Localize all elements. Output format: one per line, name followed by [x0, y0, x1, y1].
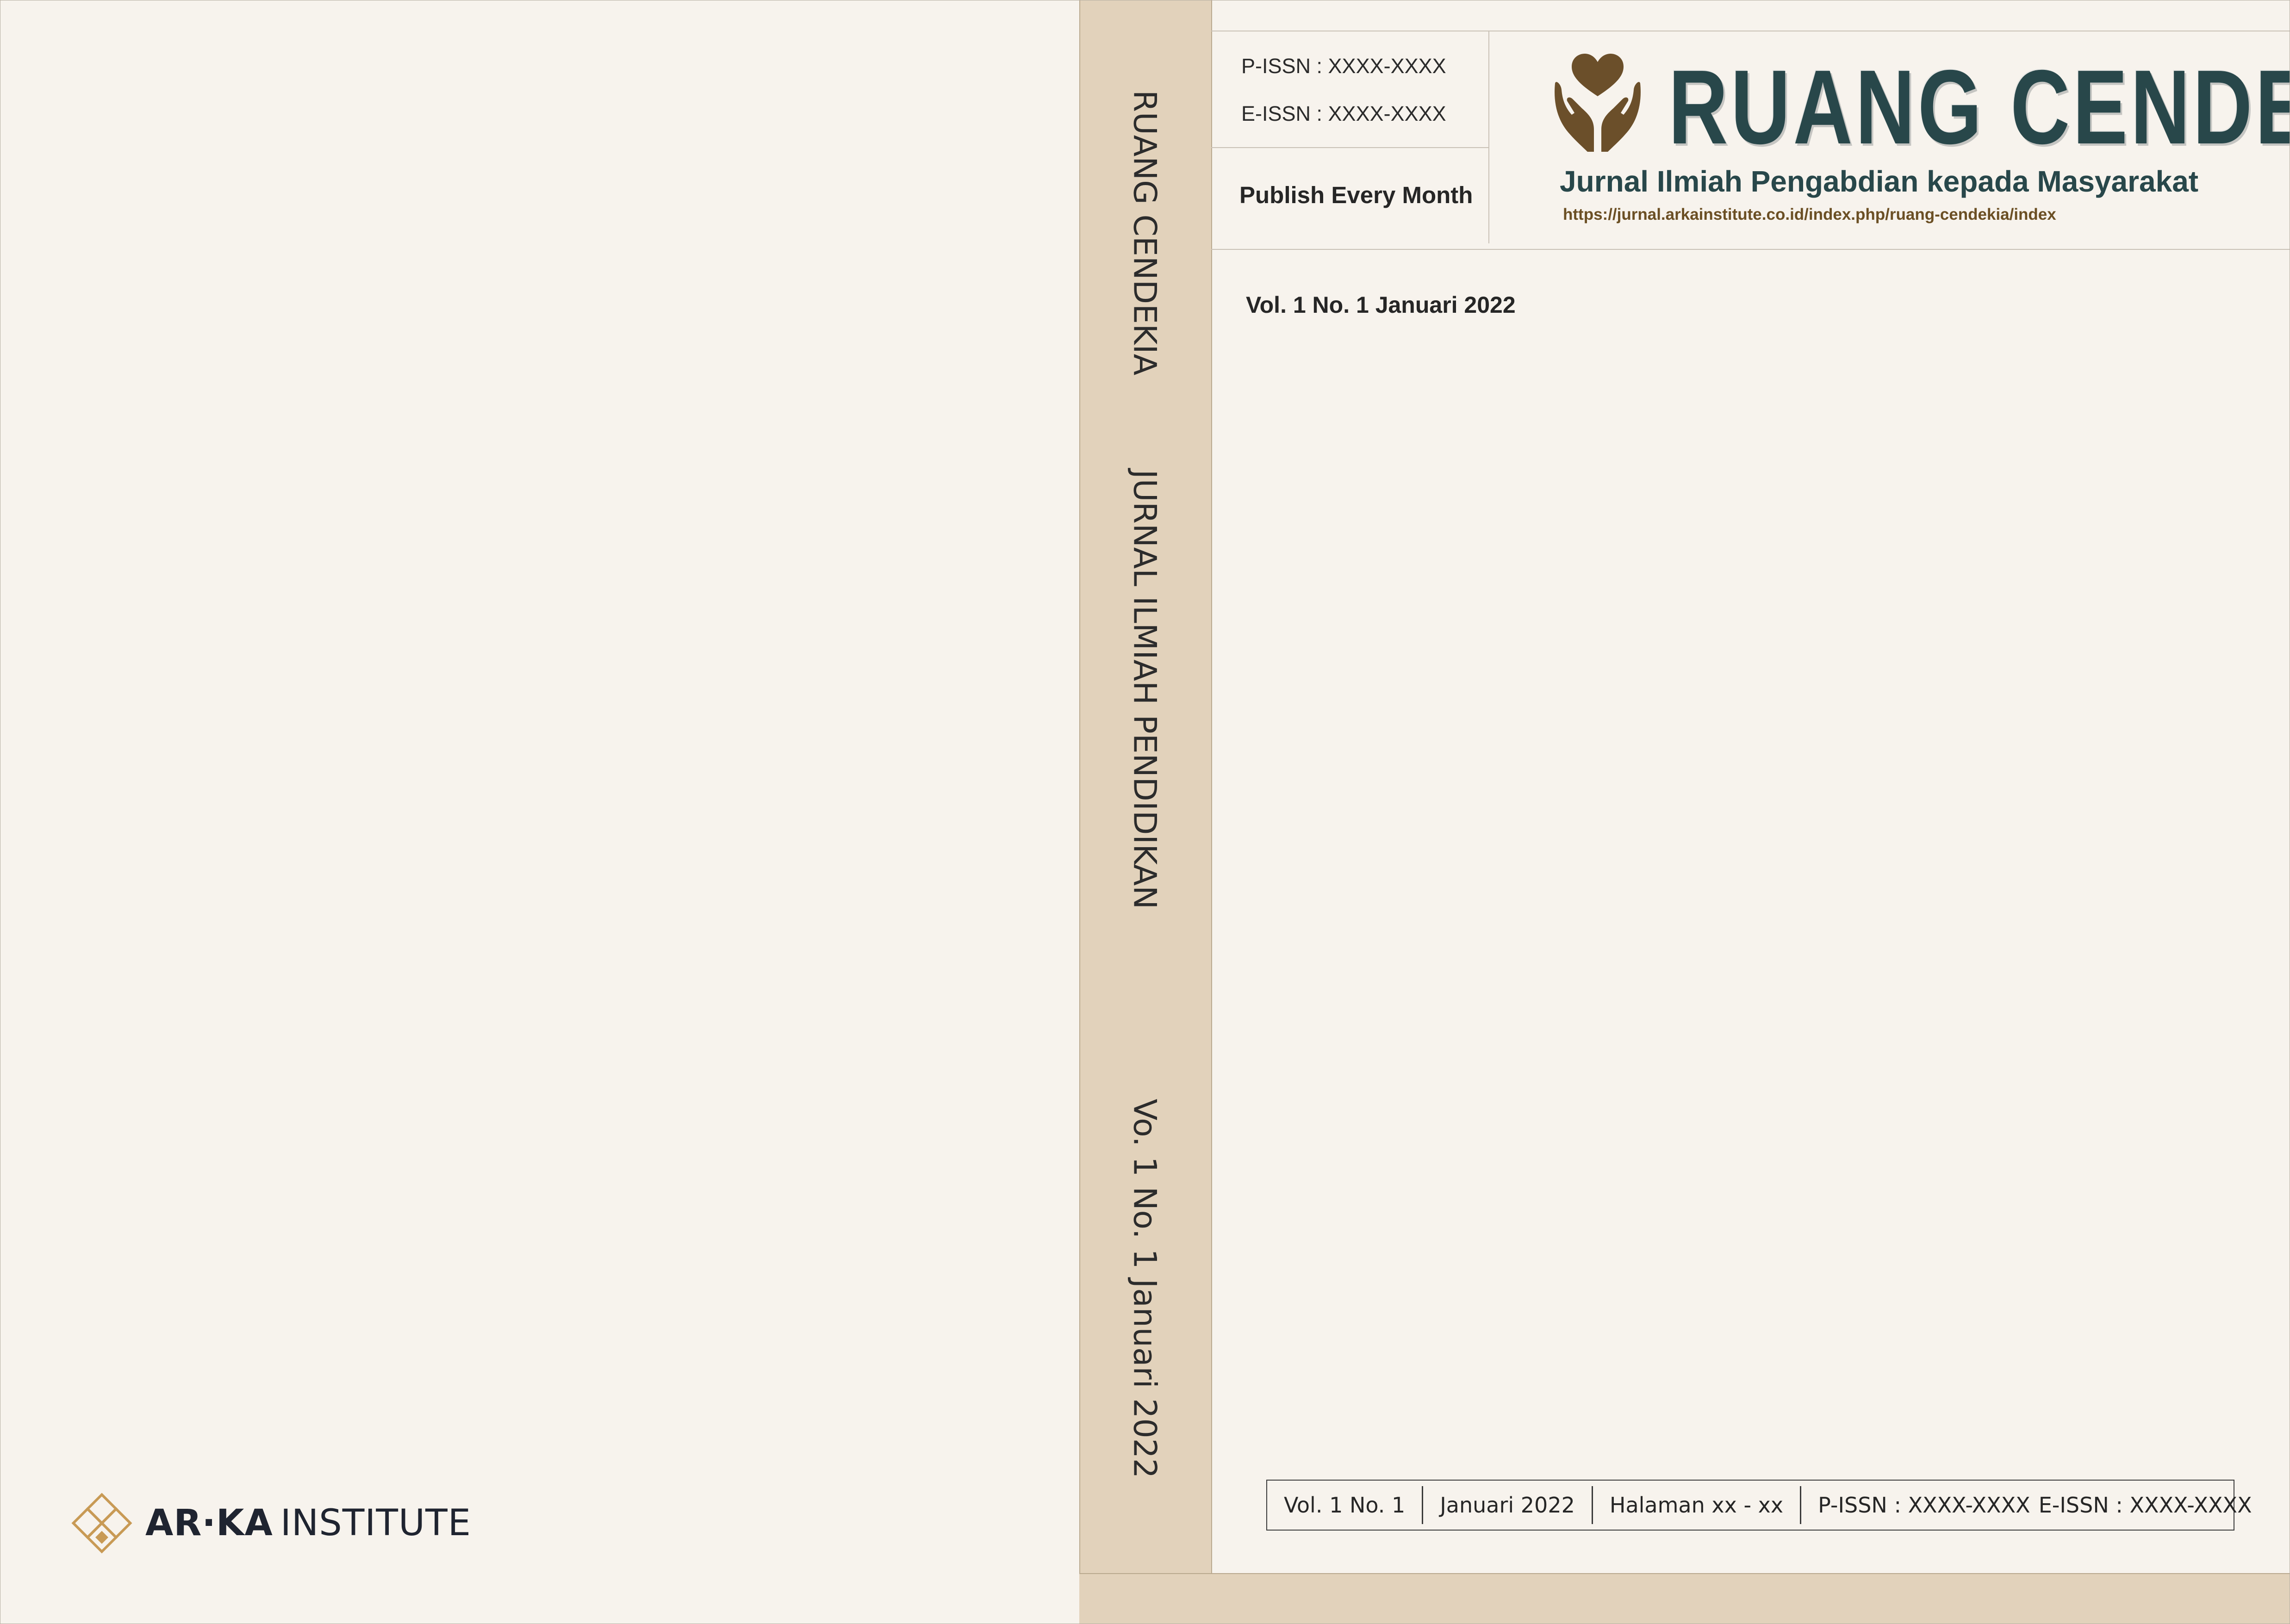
- header-bottom-rule: [1211, 249, 2290, 250]
- footer-volume: Vol. 1 No. 1: [1284, 1493, 1406, 1518]
- journal-title: RUANG CENDEKIA: [1668, 49, 2290, 166]
- journal-cover-spread: AR·KA INSTITUTE RUANG CENDEKIA JURNAL IL…: [0, 0, 2290, 1624]
- arka-diamond-knot-icon: [71, 1493, 132, 1554]
- publish-frequency: Publish Every Month: [1239, 182, 1473, 208]
- footer-e-issn: E-ISSN : XXXX-XXXX: [2038, 1493, 2252, 1518]
- header-vertical-divider: [1488, 31, 1489, 243]
- footer-info-box: Vol. 1 No. 1 Januari 2022 Halaman xx - x…: [1266, 1480, 2252, 1531]
- publisher-name: AR·KA INSTITUTE: [145, 1502, 471, 1544]
- e-issn: E-ISSN : XXXX-XXXX: [1241, 102, 1446, 125]
- bottom-band: [1079, 1573, 2290, 1624]
- footer-issn: P-ISSN : XXXX-XXXX E-ISSN : XXXX-XXXX: [1800, 1486, 2261, 1524]
- hands-holding-heart-icon: [1555, 54, 1641, 152]
- p-issn: P-ISSN : XXXX-XXXX: [1241, 54, 1446, 78]
- footer-pages: Halaman xx - xx: [1591, 1486, 1800, 1524]
- spine-journal-subtitle: JURNAL ILMIAH PENDIDIKAN: [1126, 469, 1163, 910]
- footer-date: Januari 2022: [1422, 1486, 1592, 1524]
- spine-issue: Vo. 1 No. 1 Januari 2022: [1126, 1098, 1163, 1479]
- publisher-name-bold: AR·KA: [145, 1502, 273, 1544]
- header-issn-divider: [1211, 147, 1489, 148]
- journal-subtitle: Jurnal Ilmiah Pengabdian kepada Masyarak…: [1560, 165, 2199, 198]
- volume-issue: Vol. 1 No. 1 Januari 2022: [1246, 292, 1516, 318]
- publisher-logo: AR·KA INSTITUTE: [69, 1491, 471, 1556]
- spine-journal-name: RUANG CENDEKIA: [1126, 90, 1163, 376]
- publisher-name-regular: INSTITUTE: [280, 1502, 472, 1544]
- journal-url: https://jurnal.arkainstitute.co.id/index…: [1563, 205, 2056, 223]
- footer-p-issn: P-ISSN : XXXX-XXXX: [1818, 1493, 2030, 1518]
